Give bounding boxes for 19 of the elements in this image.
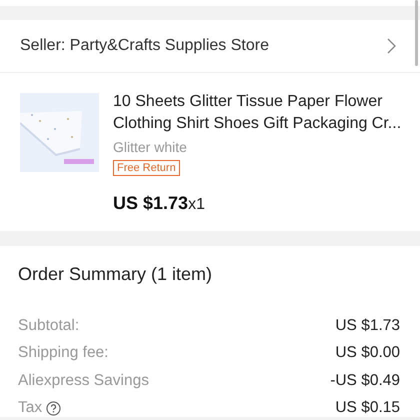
summary-label: Subtotal: xyxy=(18,316,80,335)
section-title: Order Summary (1 item) xyxy=(18,263,214,286)
summary-value: -US $0.49 xyxy=(330,372,400,390)
summary-label: Aliexpress Savings xyxy=(18,372,149,390)
summary-label: Tax xyxy=(18,399,42,417)
free-return-badge: Free Return xyxy=(113,160,180,176)
quantity: x1 xyxy=(188,196,205,214)
scrollbar[interactable] xyxy=(415,0,418,66)
chevron-right-icon xyxy=(387,38,396,54)
summary-value: US $0.00 xyxy=(335,344,400,362)
variant-label: Glitter white xyxy=(113,139,187,155)
price: US $1.73 xyxy=(113,193,188,214)
product-title[interactable]: 10 Sheets Glitter Tissue Paper Flower Clothing Shirt Shoes Gift Packaging Cr... xyxy=(113,91,403,135)
seller-name: Seller: Party&Crafts Supplies Store xyxy=(20,37,269,55)
summary-label: Shipping fee: xyxy=(18,344,108,362)
seller-row[interactable]: Seller: Party&Crafts Supplies Store xyxy=(0,20,420,73)
summary-value: US $1.73 xyxy=(335,316,400,335)
summary-value: US $0.15 xyxy=(335,399,400,417)
help-icon[interactable] xyxy=(46,400,62,416)
